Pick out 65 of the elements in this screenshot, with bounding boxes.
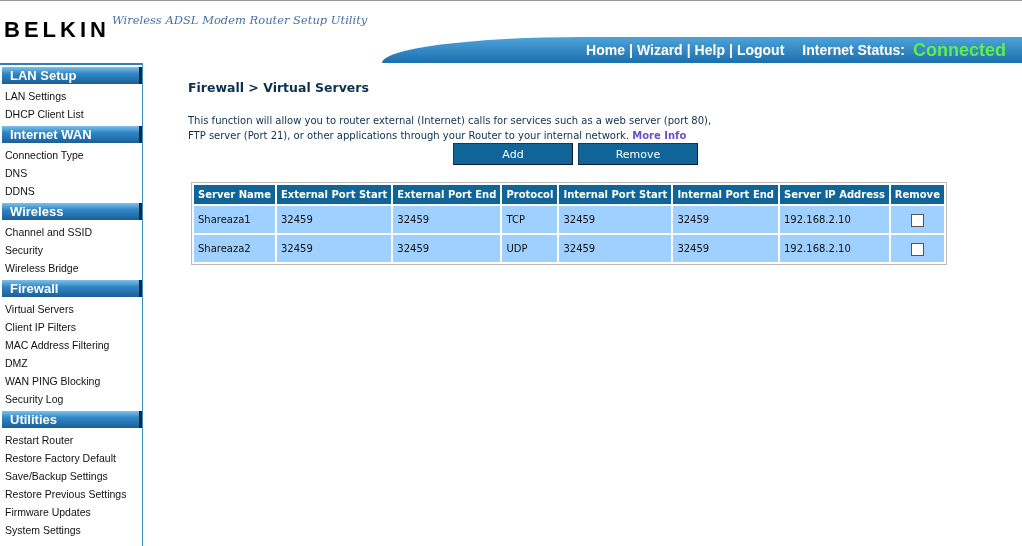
sidebar-section-header: Internet WAN <box>2 126 142 143</box>
remove-checkbox[interactable] <box>910 243 924 256</box>
nav-separator: | <box>686 42 691 58</box>
sidebar-item[interactable]: DHCP Client List <box>0 105 142 123</box>
remove-checkbox[interactable] <box>910 214 924 227</box>
more-info-link[interactable]: More Info <box>632 130 687 141</box>
sidebar-item[interactable]: Channel and SSID <box>0 223 142 241</box>
sidebar-item[interactable]: DDNS <box>0 182 142 200</box>
sidebar-item[interactable]: Security Log <box>0 390 142 408</box>
sidebar-item[interactable]: Restore Previous Settings <box>0 485 142 503</box>
sidebar-item[interactable]: LAN Settings <box>0 87 142 105</box>
table-cell: 32459 <box>393 235 501 262</box>
sidebar-item[interactable]: MAC Address Filtering <box>0 336 142 354</box>
sidebar-item[interactable]: Wireless Bridge <box>0 259 142 277</box>
sidebar-item[interactable]: Restart Router <box>0 431 142 449</box>
logo: BELKIN <box>4 17 110 43</box>
sidebar-section-header: LAN Setup <box>2 67 142 84</box>
sidebar-item[interactable]: Save/Backup Settings <box>0 467 142 485</box>
sidebar-item[interactable]: WAN PING Blocking <box>0 372 142 390</box>
sidebar-item[interactable]: Client IP Filters <box>0 318 142 336</box>
table-cell: Shareaza1 <box>194 206 275 233</box>
table-cell: UDP <box>502 235 558 262</box>
sidebar-item[interactable]: Virtual Servers <box>0 300 142 318</box>
column-header: External Port Start <box>276 185 392 204</box>
column-header: External Port End <box>393 185 501 204</box>
column-header: Remove <box>890 185 944 204</box>
nav-link[interactable]: Home <box>586 42 625 58</box>
table-cell: 32459 <box>559 206 672 233</box>
column-header: Server Name <box>194 185 275 204</box>
table-cell: 192.168.2.10 <box>780 235 889 262</box>
column-header: Server IP Address <box>780 185 889 204</box>
table-cell: 32459 <box>276 235 392 262</box>
sidebar-item[interactable]: DNS <box>0 164 142 182</box>
page-title: Firewall > Virtual Servers <box>188 80 370 95</box>
sidebar-item[interactable]: Firmware Updates <box>0 503 142 521</box>
nav-link[interactable]: Help <box>694 42 725 58</box>
nav-link[interactable]: Wizard <box>636 42 683 58</box>
sidebar-item[interactable]: DMZ <box>0 354 142 372</box>
column-header: Protocol <box>502 185 558 204</box>
column-header: Internal Port Start <box>559 185 672 204</box>
sidebar-section-header: Utilities <box>2 411 142 428</box>
add-button[interactable]: Add <box>453 143 573 165</box>
table-cell: 32459 <box>673 235 778 262</box>
remove-button[interactable]: Remove <box>578 143 698 165</box>
status-value: Connected <box>913 39 1006 61</box>
nav-separator: | <box>629 42 633 58</box>
nav-separator: | <box>728 42 733 58</box>
sidebar-item[interactable]: System Settings <box>0 521 142 539</box>
sidebar-section-header: Wireless <box>2 203 142 220</box>
table-cell: 32459 <box>673 206 778 233</box>
sidebar-item[interactable]: Connection Type <box>0 146 142 164</box>
table-cell: 32459 <box>276 206 392 233</box>
description: This function will allow you to router external (Internet) calls for services such as a web server (port 80), FTP server (Port 21), or other applications through your Router to your internal network. More Info <box>188 114 713 143</box>
sidebar-item[interactable]: Restore Factory Default <box>0 449 142 467</box>
app-subtitle: Wireless ADSL Modem Router Setup Utility <box>111 13 368 27</box>
column-header: Internal Port End <box>673 185 778 204</box>
sidebar-item[interactable]: Security <box>0 241 142 259</box>
table-cell: TCP <box>502 206 558 233</box>
table-cell: 192.168.2.10 <box>780 206 889 233</box>
sidebar-section-header: Firewall <box>2 280 142 297</box>
table-cell: Shareaza2 <box>194 235 275 262</box>
table-cell: 32459 <box>393 206 501 233</box>
status-label: Internet Status: <box>802 42 905 58</box>
nav-link[interactable]: Logout <box>736 42 785 58</box>
table-cell: 32459 <box>559 235 672 262</box>
